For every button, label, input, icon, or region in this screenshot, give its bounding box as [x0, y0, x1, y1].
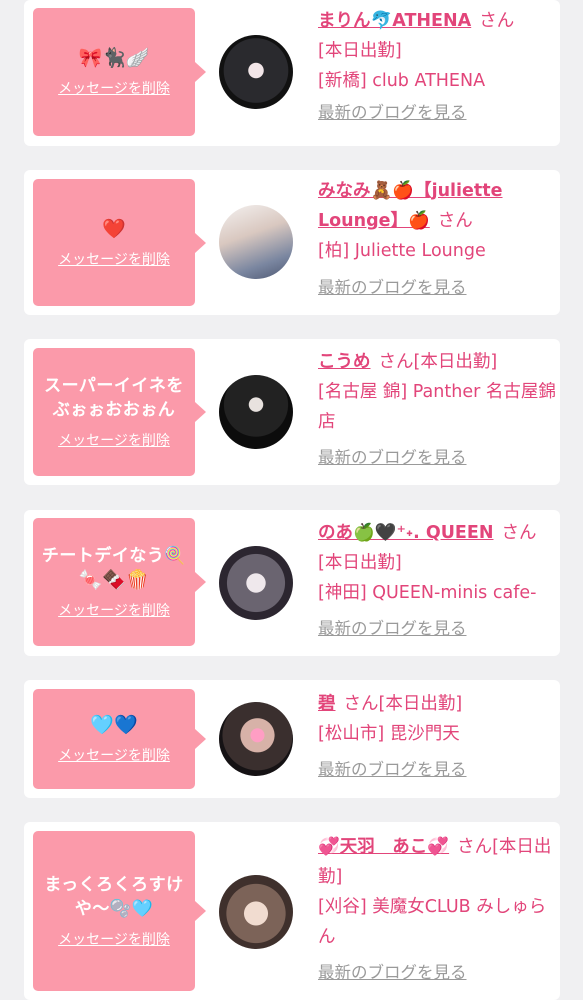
delete-message-link[interactable]: メッセージを削除 — [58, 929, 170, 949]
message-text: チートデイなう🍭 — [41, 546, 187, 566]
cast-info: みなみ🧸🍎【juliette Lounge】🍎 さん [柏] Juliette L… — [318, 176, 556, 303]
cast-info: こうめ さん[本日出勤] [名古屋 錦] Panther 名古屋錦店 最新のブログ… — [318, 347, 556, 473]
delete-message-link[interactable]: メッセージを削除 — [58, 745, 170, 765]
cast-name-link[interactable]: のあ🍏🖤⁺˖. QUEEN — [318, 523, 493, 543]
avatar[interactable] — [219, 875, 293, 949]
message-emoji: 🎀🐈‍⬛🪽 — [78, 47, 150, 69]
message-bubble: まっくろくろすけや〜🫧🩵 メッセージを削除 — [33, 831, 206, 991]
cast-info: のあ🍏🖤⁺˖. QUEEN さん [本日出勤] [神田] QUEEN-minis c… — [318, 518, 556, 644]
cast-name-link[interactable]: こうめ — [318, 352, 371, 372]
shop-location: [名古屋 錦] Panther 名古屋錦店 — [318, 382, 556, 432]
delete-message-link[interactable]: メッセージを削除 — [58, 430, 170, 450]
work-status: [本日出勤] — [318, 41, 402, 61]
shop-location: [神田] QUEEN-minis cafe- — [318, 583, 537, 603]
work-status: [本日出勤] — [413, 352, 498, 372]
latest-blog-link[interactable]: 最新のブログを見る — [318, 448, 467, 467]
avatar[interactable] — [219, 35, 293, 109]
shop-location: [柏] Juliette Lounge — [318, 241, 486, 261]
message-bubble: 🎀🐈‍⬛🪽 メッセージを削除 — [33, 8, 206, 136]
message-bubble: スーパーイイネをぶぉぉおおぉん メッセージを削除 — [33, 348, 206, 476]
message-emoji: ❤️ — [102, 217, 126, 240]
shop-location: [松山市] 毘沙門天 — [318, 724, 460, 744]
honorific: さん — [501, 523, 537, 543]
message-bubble: チートデイなう🍭 🍬🍫🍿 メッセージを削除 — [33, 518, 206, 646]
message-text: スーパーイイネをぶぉぉおおぉん — [44, 376, 184, 420]
latest-blog-link[interactable]: 最新のブログを見る — [318, 619, 467, 638]
honorific: さん — [457, 837, 493, 857]
message-bubble: ❤️ メッセージを削除 — [33, 179, 206, 306]
shop-location: [刈谷] 美魔女CLUB みしゅらん — [318, 897, 547, 947]
avatar[interactable] — [219, 546, 293, 620]
delete-message-link[interactable]: メッセージを削除 — [58, 78, 170, 98]
honorific: さん — [343, 694, 379, 714]
shop-location: [新橋] club ATHENA — [318, 71, 486, 91]
cast-info: 💞天羽 あこ💞 さん[本日出勤] [刈谷] 美魔女CLUB みしゅらん 最新のブロ… — [318, 832, 556, 988]
favorite-card: 🩵💙 メッセージを削除 碧さん[本日出勤] [松山市] 毘沙門天 最新のブログを… — [24, 680, 560, 798]
favorite-card: ❤️ メッセージを削除 みなみ🧸🍎【juliette Lounge】🍎 さん [柏… — [24, 170, 560, 315]
cast-name-link[interactable]: みなみ🧸🍎【juliette Lounge】🍎 — [318, 181, 503, 231]
avatar[interactable] — [219, 702, 293, 776]
honorific: さん — [437, 211, 473, 231]
message-emoji: 🍬🍫🍿 — [78, 569, 150, 591]
avatar[interactable] — [219, 205, 293, 279]
message-bubble: 🩵💙 メッセージを削除 — [33, 689, 206, 789]
cast-info: 碧さん[本日出勤] [松山市] 毘沙門天 最新のブログを見る — [318, 689, 556, 785]
message-emoji: 🩵💙 — [90, 714, 138, 736]
favorite-card: スーパーイイネをぶぉぉおおぉん メッセージを削除 こうめ さん[本日出勤] [名古… — [24, 339, 560, 485]
latest-blog-link[interactable]: 最新のブログを見る — [318, 278, 467, 297]
delete-message-link[interactable]: メッセージを削除 — [58, 600, 170, 620]
work-status: [本日出勤] — [318, 553, 402, 573]
latest-blog-link[interactable]: 最新のブログを見る — [318, 103, 467, 122]
work-status: [本日出勤] — [378, 694, 463, 714]
honorific: さん — [378, 352, 414, 372]
favorite-card: まっくろくろすけや〜🫧🩵 メッセージを削除 💞天羽 あこ💞 さん[本日出勤] [刈… — [24, 822, 560, 1000]
latest-blog-link[interactable]: 最新のブログを見る — [318, 760, 467, 779]
delete-message-link[interactable]: メッセージを削除 — [58, 249, 170, 269]
favorite-card: チートデイなう🍭 🍬🍫🍿 メッセージを削除 のあ🍏🖤⁺˖. QUEEN さん [本日… — [24, 510, 560, 656]
cast-name-link[interactable]: 💞天羽 あこ💞 — [318, 837, 449, 857]
cast-info: まりん🐬ATHENA さん [本日出勤] [新橋] club ATHENA 最新の… — [318, 6, 556, 128]
avatar[interactable] — [219, 375, 293, 449]
cast-name-link[interactable]: まりん🐬ATHENA — [318, 11, 471, 31]
favorite-card: 🎀🐈‍⬛🪽 メッセージを削除 まりん🐬ATHENA さん [本日出勤] [新橋] … — [24, 0, 560, 146]
honorific: さん — [479, 11, 515, 31]
latest-blog-link[interactable]: 最新のブログを見る — [318, 963, 467, 982]
message-text: まっくろくろすけや〜🫧🩵 — [44, 875, 184, 919]
cast-name-link[interactable]: 碧 — [318, 694, 336, 714]
